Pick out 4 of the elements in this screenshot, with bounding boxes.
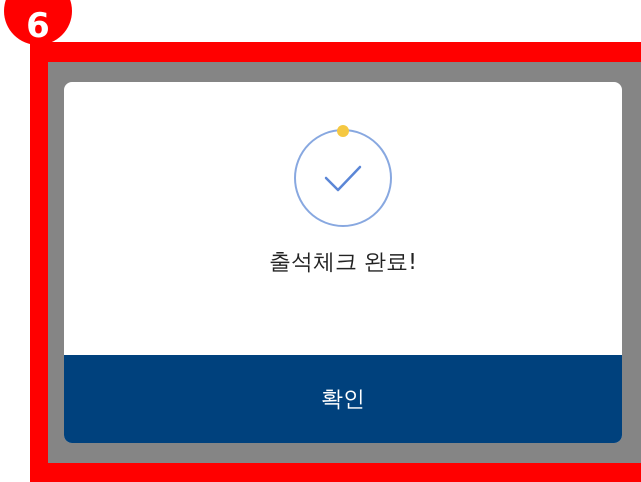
message-text: 출석체크 완료! [269, 249, 417, 277]
check-circle-icon [291, 124, 395, 228]
annotation-badge: 6 [4, 0, 72, 45]
confirm-button[interactable]: 확인 [64, 355, 622, 443]
